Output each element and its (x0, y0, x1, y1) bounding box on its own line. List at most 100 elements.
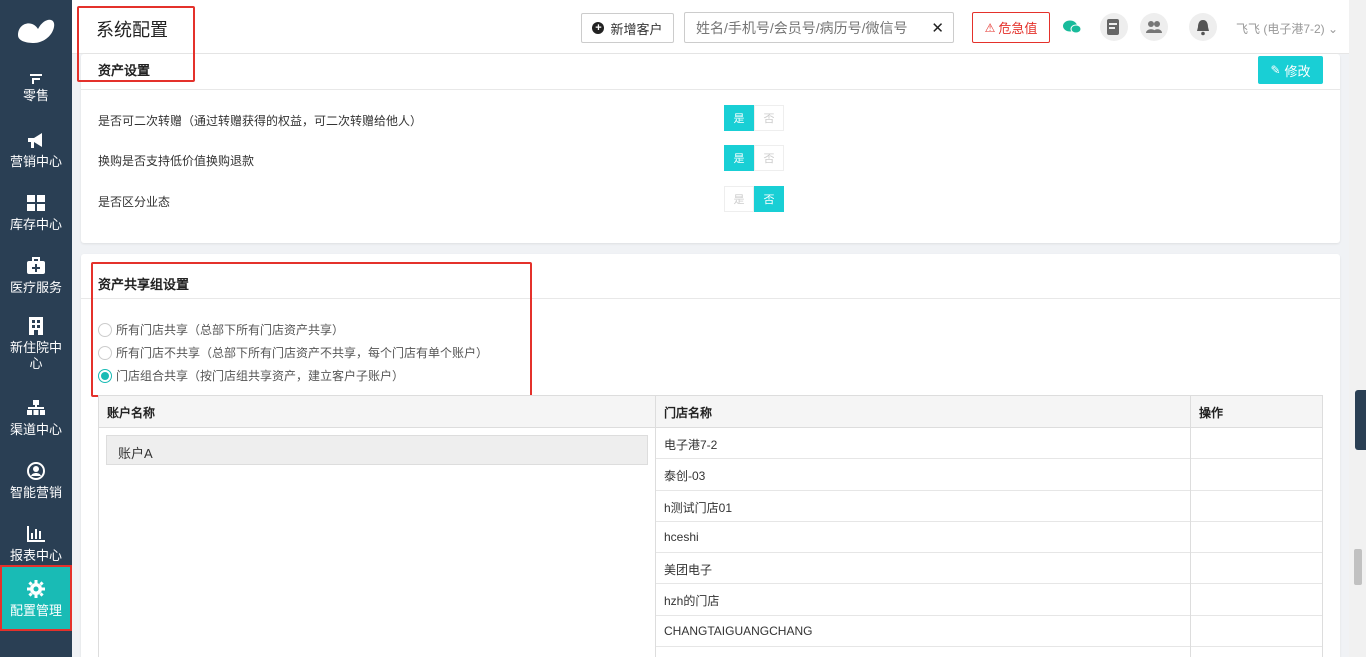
highlight-box-title (77, 6, 195, 82)
toggle-no[interactable]: 否 (754, 145, 784, 171)
table-row: 美团电子 (656, 553, 1190, 585)
column-header-account: 账户名称 (99, 396, 656, 427)
sidebar-item-label: 营销中心 (9, 153, 62, 169)
toggle-no[interactable]: 否 (754, 105, 784, 131)
retail-icon (25, 73, 47, 85)
table-cell (1191, 522, 1322, 554)
sitemap-icon (25, 397, 47, 419)
store-column: 电子港7-2 泰创-03 h测试门店01 hceshi 美团电子 hzh的门店 … (656, 428, 1191, 657)
share-group-card: 资产共享组设置 所有门店共享（总部下所有门店资产共享） 所有门店不共享（总部下所… (81, 254, 1340, 657)
edit-button[interactable]: ✎ 修改 (1258, 56, 1323, 84)
option-label-exchange-refund: 换购是否支持低价值换购退款 (98, 154, 255, 168)
sidebar-item-label: 新住院中心 (9, 339, 62, 371)
scrollbar-thumb[interactable] (1354, 549, 1362, 585)
sidebar-item-medical[interactable]: 医疗服务 (0, 246, 72, 304)
table-body: 账户A 电子港7-2 泰创-03 h测试门店01 hceshi 美团电子 hzh… (99, 428, 1322, 657)
new-customer-button[interactable]: + 新增客户 (581, 13, 674, 43)
sidebar-item-label: 库存中心 (9, 216, 62, 232)
action-column (1191, 428, 1322, 657)
table-cell (1191, 491, 1322, 522)
option-label-retransfer: 是否可二次转赠（通过转赠获得的权益，可二次转赠给他人） (98, 114, 423, 128)
app-logo[interactable] (0, 0, 72, 62)
sidebar-item-label: 渠道中心 (9, 421, 62, 437)
table-cell (1191, 553, 1322, 585)
toggle-yes[interactable]: 是 (724, 186, 754, 212)
sidebar-item-config[interactable]: 配置管理 (0, 565, 72, 631)
notes-icon[interactable] (1100, 13, 1128, 41)
hospital-icon (25, 315, 47, 337)
chevron-down-icon: ⌄ (1328, 22, 1339, 36)
sidebar-item-smart-marketing[interactable]: 智能营销 (0, 455, 72, 505)
plus-circle-icon: + (592, 22, 605, 34)
user-name: 飞飞 (电子港7-2) (1236, 22, 1325, 36)
radio-button[interactable] (98, 345, 112, 360)
table-row: CHANGTAIGUANGCHANG (656, 616, 1190, 648)
butterfly-logo-icon (18, 19, 55, 43)
radio-none-shared[interactable]: 所有门店不共享（总部下所有门店资产不共享，每个门店有单个账户） (98, 344, 488, 361)
toggle-retransfer[interactable]: 是 否 (724, 105, 784, 131)
radio-all-shared[interactable]: 所有门店共享（总部下所有门店资产共享） (98, 321, 344, 338)
close-icon[interactable]: ✕ (931, 19, 944, 37)
toggle-yes[interactable]: 是 (724, 145, 754, 171)
sidebar: 零售 营销中心 库存中心 医疗服务 新住院中心 渠道中心 智能营销 报表中心 配… (0, 0, 72, 657)
bar-chart-icon (25, 523, 47, 545)
medical-kit-icon (25, 255, 47, 277)
table-cell (1191, 616, 1322, 648)
user-circle-icon (25, 460, 47, 482)
users-icon[interactable] (1140, 13, 1168, 41)
toggle-business-type[interactable]: 是 否 (724, 186, 784, 212)
table-cell (1191, 459, 1322, 491)
radio-button[interactable] (98, 322, 112, 337)
table-header: 账户名称 门店名称 操作 (99, 396, 1322, 428)
grid-icon (25, 192, 47, 214)
account-name-input[interactable]: 账户A (106, 435, 648, 465)
sidebar-item-label: 医疗服务 (9, 279, 62, 295)
sidebar-item-inventory[interactable]: 库存中心 (0, 183, 72, 241)
top-bar: 系统配置 + 新增客户 ✕ ⚠ 危急值 飞飞 (电子港7-2) ⌄ (72, 0, 1366, 82)
bell-icon[interactable] (1189, 13, 1217, 41)
sidebar-item-label: 零售 (22, 87, 49, 103)
sidebar-item-label: 配置管理 (9, 602, 62, 618)
wechat-icon[interactable] (1059, 14, 1085, 40)
radio-button[interactable] (98, 368, 112, 383)
column-header-action: 操作 (1199, 406, 1224, 420)
asset-settings-card: 资产设置 ✎ 修改 是否可二次转赠（通过转赠获得的权益，可二次转赠给他人） 是 … (81, 54, 1340, 243)
share-group-table: 账户名称 门店名称 操作 账户A 电子港7-2 泰创-03 h测试门店01 hc… (98, 395, 1323, 657)
table-row: hceshi (656, 522, 1190, 554)
megaphone-icon (25, 129, 47, 151)
critical-value-label: 危急值 (998, 21, 1038, 36)
page-scrollbar[interactable] (1349, 0, 1366, 657)
table-cell (1191, 428, 1322, 460)
table-row: 泰创-03 (656, 459, 1190, 491)
gear-icon (25, 578, 47, 600)
sidebar-item-reports[interactable]: 报表中心 (0, 518, 72, 568)
divider (81, 89, 1340, 90)
critical-value-button[interactable]: ⚠ 危急值 (972, 12, 1050, 43)
sidebar-item-marketing[interactable]: 营销中心 (0, 120, 72, 178)
toggle-no[interactable]: 否 (754, 186, 784, 212)
sidebar-item-label: 报表中心 (9, 547, 62, 563)
option-label-business-type: 是否区分业态 (98, 195, 171, 209)
edit-label: 修改 (1284, 63, 1311, 79)
edit-icon: ✎ (1270, 63, 1281, 77)
new-customer-label: 新增客户 (610, 21, 663, 37)
sidebar-item-label: 智能营销 (9, 484, 62, 500)
sidebar-item-inpatient[interactable]: 新住院中心 (0, 310, 72, 376)
radio-group-shared[interactable]: 门店组合共享（按门店组共享资产，建立客户子账户） (98, 367, 404, 384)
column-header-store: 门店名称 (656, 396, 1191, 427)
search-input[interactable] (685, 13, 915, 42)
table-row: 电子港7-2 (656, 428, 1190, 460)
radio-label: 门店组合共享（按门店组共享资产，建立客户子账户） (116, 369, 405, 383)
toggle-yes[interactable]: 是 (724, 105, 754, 131)
account-column: 账户A (99, 428, 656, 657)
radio-label: 所有门店不共享（总部下所有门店资产不共享，每个门店有单个账户） (116, 346, 489, 360)
user-menu[interactable]: 飞飞 (电子港7-2) ⌄ (1236, 20, 1338, 37)
table-row: hzh的门店 (656, 584, 1190, 616)
radio-label: 所有门店共享（总部下所有门店资产共享） (116, 323, 345, 337)
table-row: h测试门店01 (656, 491, 1190, 522)
side-widget-tab[interactable] (1355, 390, 1366, 450)
sidebar-item-channel[interactable]: 渠道中心 (0, 392, 72, 442)
toggle-exchange-refund[interactable]: 是 否 (724, 145, 784, 171)
table-cell (1191, 584, 1322, 616)
sidebar-item-retail[interactable]: 零售 (0, 66, 72, 110)
